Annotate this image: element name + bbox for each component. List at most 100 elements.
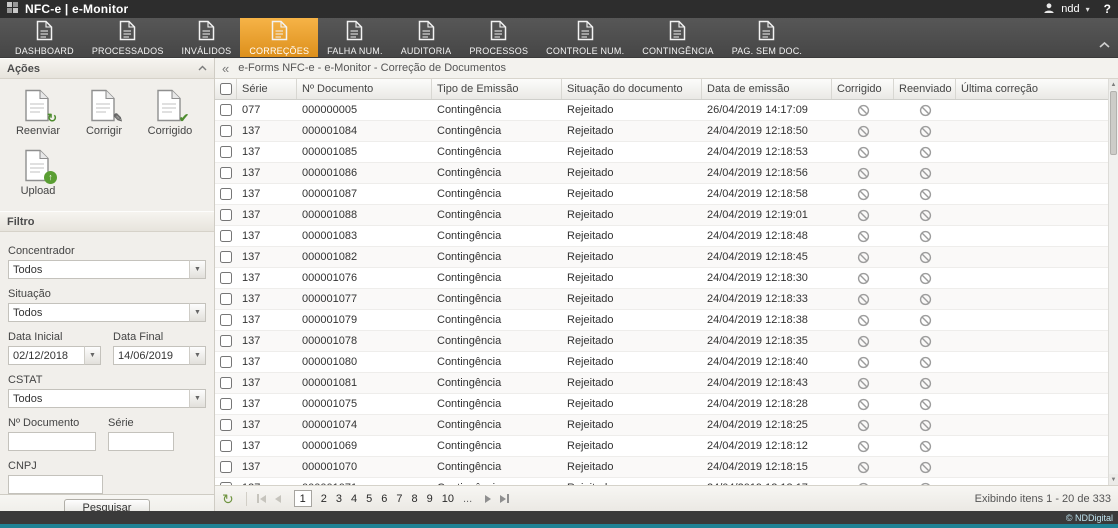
- ribbon-tab-pag-sem-doc[interactable]: PAG. SEM DOC.: [723, 18, 811, 57]
- row-checkbox[interactable]: [220, 440, 232, 452]
- row-checkbox[interactable]: [220, 461, 232, 473]
- page-link-2[interactable]: 2: [321, 493, 327, 505]
- table-row[interactable]: 137000001084ContingênciaRejeitado24/04/2…: [215, 121, 1108, 142]
- first-page-icon[interactable]: [255, 494, 268, 503]
- column-header-tipo-de-emissao[interactable]: Tipo de Emissão: [432, 79, 562, 99]
- sidebar-collapse-icon[interactable]: «: [222, 62, 229, 75]
- table-row[interactable]: 137000001077ContingênciaRejeitado24/04/2…: [215, 289, 1108, 310]
- ribbon-tab-contingencia[interactable]: CONTINGÊNCIA: [633, 18, 722, 57]
- table-row[interactable]: 137000001085ContingênciaRejeitado24/04/2…: [215, 142, 1108, 163]
- row-checkbox[interactable]: [220, 314, 232, 326]
- ribbon-tab-controle-num[interactable]: CONTROLE NUM.: [537, 18, 633, 57]
- scrollbar-thumb[interactable]: [1110, 91, 1117, 155]
- table-row[interactable]: 137000001083ContingênciaRejeitado24/04/2…: [215, 226, 1108, 247]
- main-panel: « e-Forms NFC-e - e-Monitor - Correção d…: [215, 58, 1118, 511]
- cnpj-input[interactable]: [8, 475, 103, 494]
- row-checkbox[interactable]: [220, 356, 232, 368]
- table-row[interactable]: 137000001079ContingênciaRejeitado24/04/2…: [215, 310, 1108, 331]
- concentrador-input[interactable]: [8, 260, 206, 279]
- select-all-checkbox[interactable]: [220, 83, 232, 95]
- page-link-6[interactable]: 6: [381, 493, 387, 505]
- column-header-n-documento[interactable]: Nº Documento: [297, 79, 432, 99]
- serie-input[interactable]: [108, 432, 174, 451]
- row-checkbox[interactable]: [220, 335, 232, 347]
- column-header-reenviado[interactable]: Reenviado: [894, 79, 956, 99]
- column-header-serie[interactable]: Série: [237, 79, 297, 99]
- ribbon-tab-processos[interactable]: PROCESSOS: [460, 18, 537, 57]
- reenviar-action[interactable]: ↻ Reenviar: [5, 89, 71, 137]
- page-link-5[interactable]: 5: [366, 493, 372, 505]
- page-link-10[interactable]: 10: [442, 493, 454, 505]
- page-link-9[interactable]: 9: [427, 493, 433, 505]
- row-checkbox[interactable]: [220, 104, 232, 116]
- ribbon-tab-auditoria[interactable]: AUDITORIA: [392, 18, 461, 57]
- table-row[interactable]: 137000001080ContingênciaRejeitado24/04/2…: [215, 352, 1108, 373]
- scroll-down-icon[interactable]: ▼: [1109, 474, 1118, 485]
- cell-serie: 137: [237, 268, 297, 288]
- ribbon-tab-processados[interactable]: PROCESSADOS: [83, 18, 173, 57]
- table-row[interactable]: 137000001082ContingênciaRejeitado24/04/2…: [215, 247, 1108, 268]
- row-checkbox[interactable]: [220, 146, 232, 158]
- column-header-ultima-correcao[interactable]: Última correção: [956, 79, 1108, 99]
- data-inicial-dropdown-icon[interactable]: ▼: [84, 346, 101, 365]
- scroll-up-icon[interactable]: ▲: [1109, 79, 1118, 90]
- table-row[interactable]: 137000001081ContingênciaRejeitado24/04/2…: [215, 373, 1108, 394]
- table-row[interactable]: 137000001076ContingênciaRejeitado24/04/2…: [215, 268, 1108, 289]
- help-icon[interactable]: ?: [1104, 2, 1111, 16]
- user-menu-caret-icon[interactable]: ▾: [1086, 5, 1090, 14]
- row-checkbox[interactable]: [220, 293, 232, 305]
- column-header-corrigido[interactable]: Corrigido: [832, 79, 894, 99]
- row-checkbox[interactable]: [220, 419, 232, 431]
- row-checkbox[interactable]: [220, 209, 232, 221]
- corrigido-status-icon: [832, 226, 894, 246]
- table-row[interactable]: 137000001086ContingênciaRejeitado24/04/2…: [215, 163, 1108, 184]
- page-link-7[interactable]: 7: [396, 493, 402, 505]
- user-menu[interactable]: ndd: [1061, 3, 1079, 15]
- cstat-input[interactable]: [8, 389, 206, 408]
- row-checkbox[interactable]: [220, 272, 232, 284]
- row-checkbox[interactable]: [220, 482, 232, 485]
- corrigido-action[interactable]: ✔ Corrigido: [137, 89, 203, 137]
- table-row[interactable]: 077000000005ContingênciaRejeitado26/04/2…: [215, 100, 1108, 121]
- table-row[interactable]: 137000001088ContingênciaRejeitado24/04/2…: [215, 205, 1108, 226]
- ribbon-collapse-icon[interactable]: [1099, 40, 1110, 52]
- next-page-icon[interactable]: [483, 495, 493, 503]
- ribbon-tab-invalidos[interactable]: INVÁLIDOS: [173, 18, 241, 57]
- row-checkbox[interactable]: [220, 377, 232, 389]
- row-checkbox[interactable]: [220, 398, 232, 410]
- data-final-dropdown-icon[interactable]: ▼: [189, 346, 206, 365]
- page-link-4[interactable]: 4: [351, 493, 357, 505]
- table-row[interactable]: 137000001070ContingênciaRejeitado24/04/2…: [215, 457, 1108, 478]
- page-link-8[interactable]: 8: [411, 493, 417, 505]
- column-header-data-de-emissao[interactable]: Data de emissão: [702, 79, 832, 99]
- situacao-dropdown-icon[interactable]: ▼: [189, 303, 206, 322]
- column-header-situacao-do-documento[interactable]: Situação do documento: [562, 79, 702, 99]
- row-checkbox[interactable]: [220, 188, 232, 200]
- table-row[interactable]: 137000001078ContingênciaRejeitado24/04/2…: [215, 331, 1108, 352]
- ribbon-tab-falha-num[interactable]: FALHA NUM.: [318, 18, 392, 57]
- table-row[interactable]: 137000001069ContingênciaRejeitado24/04/2…: [215, 436, 1108, 457]
- row-checkbox[interactable]: [220, 167, 232, 179]
- refresh-icon[interactable]: ↻: [222, 492, 234, 506]
- actions-collapse-icon[interactable]: [198, 63, 207, 75]
- cstat-dropdown-icon[interactable]: ▼: [189, 389, 206, 408]
- corrigir-action[interactable]: ✎ Corrigir: [71, 89, 137, 137]
- row-checkbox[interactable]: [220, 125, 232, 137]
- table-row[interactable]: 137000001071ContingênciaRejeitado24/04/2…: [215, 478, 1108, 485]
- table-row[interactable]: 137000001074ContingênciaRejeitado24/04/2…: [215, 415, 1108, 436]
- ribbon-tab-dashboard[interactable]: DASHBOARD: [6, 18, 83, 57]
- ribbon-tab-correcoes[interactable]: CORREÇÕES: [240, 18, 318, 57]
- row-checkbox[interactable]: [220, 230, 232, 242]
- vertical-scrollbar[interactable]: ▲ ▼: [1108, 79, 1118, 485]
- table-row[interactable]: 137000001075ContingênciaRejeitado24/04/2…: [215, 394, 1108, 415]
- prev-page-icon[interactable]: [273, 495, 283, 503]
- situacao-input[interactable]: [8, 303, 206, 322]
- last-page-icon[interactable]: [498, 494, 511, 503]
- table-row[interactable]: 137000001087ContingênciaRejeitado24/04/2…: [215, 184, 1108, 205]
- num-documento-input[interactable]: [8, 432, 96, 451]
- page-link-3[interactable]: 3: [336, 493, 342, 505]
- upload-action[interactable]: ↑ Upload: [5, 149, 71, 197]
- row-checkbox[interactable]: [220, 251, 232, 263]
- concentrador-dropdown-icon[interactable]: ▼: [189, 260, 206, 279]
- current-page[interactable]: 1: [294, 490, 312, 507]
